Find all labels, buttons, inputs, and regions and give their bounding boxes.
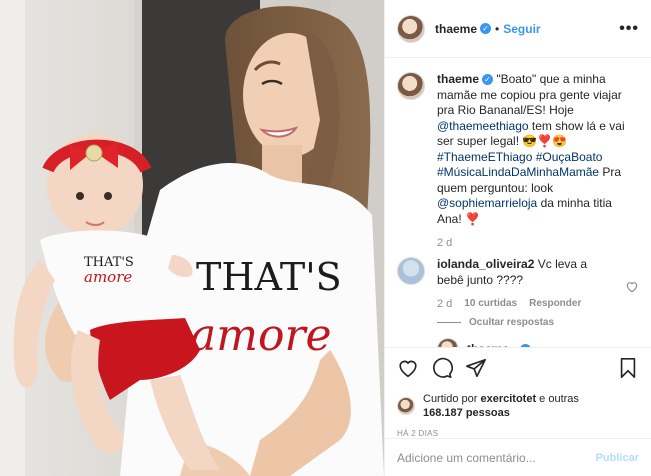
avatar[interactable] <box>397 14 425 43</box>
comments-section[interactable]: thaeme ✓ "Boato" que a minha mamãe me cop… <box>385 58 651 347</box>
liked-middle: e outras <box>536 393 579 405</box>
comment-input[interactable] <box>397 450 596 465</box>
photo-illustration: THAT'S amore THAT'S amore <box>0 0 384 476</box>
reply-avatar[interactable] <box>437 338 459 347</box>
caption-age[interactable]: 2 d <box>437 237 452 249</box>
likes-count[interactable]: 168.187 pessoas <box>423 407 510 419</box>
verified-icon: ✓ <box>482 74 494 86</box>
post-photo[interactable]: THAT'S amore THAT'S amore <box>0 0 384 476</box>
liker-avatar[interactable] <box>397 397 415 415</box>
comment-age[interactable]: 2 d <box>437 298 452 310</box>
more-icon[interactable]: ••• <box>619 20 639 38</box>
comment-likes[interactable]: 10 curtidas <box>464 298 517 310</box>
liked-by: Curtido por exercitotet e outras 168.187… <box>397 392 639 420</box>
comment-username[interactable]: iolanda_oliveira2 <box>437 257 534 271</box>
caption-avatar[interactable] <box>397 72 425 100</box>
replies-line <box>437 322 461 323</box>
action-icons <box>397 356 639 380</box>
hide-replies-button[interactable]: Ocultar respostas <box>437 317 639 328</box>
caption-username[interactable]: thaeme <box>437 72 479 86</box>
comment-item: iolanda_oliveira2 Vc leva a bebê junto ?… <box>397 257 639 310</box>
shirt-text-left-2: amore <box>84 268 132 286</box>
hashtag-link[interactable]: #OuçaBoato <box>536 150 603 164</box>
caption-text: thaeme ✓ "Boato" que a minha mamãe me cop… <box>437 72 637 227</box>
action-bar: Curtido por exercitotet e outras 168.187… <box>385 347 651 438</box>
comment-meta: 2 d 10 curtidas Responder <box>437 298 617 310</box>
comment-heart-icon[interactable] <box>625 257 639 310</box>
reply-item: thaeme ✓ <box>437 338 532 347</box>
post-sidebar: thaeme ✓ • Seguir ••• thaeme ✓ "Boato" qu… <box>384 0 651 476</box>
comment-avatar[interactable] <box>397 257 425 285</box>
header-username[interactable]: thaeme <box>435 22 477 36</box>
share-icon[interactable] <box>465 357 487 379</box>
mention-link[interactable]: @sophiemarrieloja <box>437 196 537 210</box>
mention-link[interactable]: @thaemeethiago <box>437 119 529 133</box>
bookmark-icon[interactable] <box>617 357 639 379</box>
follow-button[interactable]: Seguir <box>503 22 540 36</box>
hashtag-link[interactable]: #MúsicaLindaDaMinhaMamãe <box>437 165 599 179</box>
comment-icon[interactable] <box>431 357 453 379</box>
post-header: thaeme ✓ • Seguir ••• <box>385 0 651 58</box>
caption: thaeme ✓ "Boato" que a minha mamãe me cop… <box>397 72 639 249</box>
comment-text: iolanda_oliveira2 Vc leva a bebê junto ?… <box>437 257 617 288</box>
add-comment-bar: Publicar <box>385 438 651 476</box>
caption-meta: 2 d <box>437 237 637 249</box>
hide-replies-label: Ocultar respostas <box>469 317 555 328</box>
hashtag-link[interactable]: #ThaemeEThiago <box>437 150 532 164</box>
liked-prefix: Curtido por <box>423 393 481 405</box>
heart-icon[interactable] <box>397 357 419 379</box>
reply-button[interactable]: Responder <box>529 298 581 310</box>
verified-icon: ✓ <box>480 23 492 34</box>
liked-by-text: Curtido por exercitotet e outras 168.187… <box>423 392 593 420</box>
publish-button[interactable]: Publicar <box>596 452 639 464</box>
separator-dot: • <box>495 21 500 36</box>
shirt-text-right-2: amore <box>190 310 332 361</box>
shirt-text-right: THAT'S <box>196 255 342 299</box>
post-timestamp[interactable]: HÁ 2 DIAS <box>397 429 639 438</box>
liker-username[interactable]: exercitotet <box>480 393 536 405</box>
